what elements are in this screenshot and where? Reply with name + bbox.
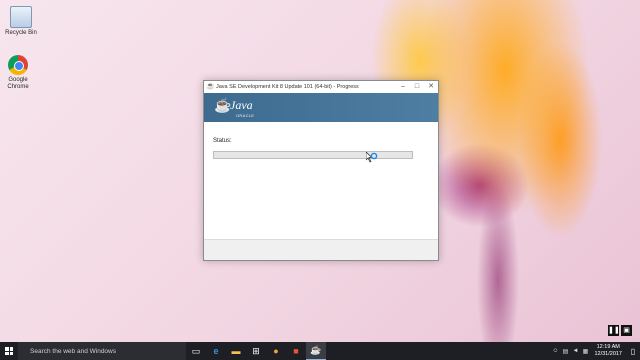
network-icon[interactable]: ▤ [560,348,570,355]
people-icon[interactable]: ☺ [550,348,560,354]
status-label: Status: [213,138,232,144]
chrome-shortcut[interactable]: Google Chrome [1,55,35,91]
store-icon[interactable]: ⊞ [246,342,266,360]
recycle-bin-shortcut[interactable]: Recycle Bin [4,6,38,37]
installer-content: Status: [204,122,438,238]
clock-date: 12/31/2017 [594,351,622,357]
action-center-icon[interactable]: ▯ [626,347,640,356]
chrome-taskbar-icon[interactable]: ● [266,342,286,360]
recycle-bin-label: Recycle Bin [5,30,37,36]
window-footer [204,239,438,260]
keyboard-icon[interactable]: ▦ [580,348,590,355]
system-tray: ☺ ▤ ◄ ▦ 12:19 AM 12/31/2017 ▯ [550,342,640,360]
video-controls: ❚❚ ▣ [608,325,632,336]
file-explorer-icon[interactable]: ▬ [226,342,246,360]
java-app-icon: ☕ [206,83,215,90]
java-installer-taskbar-icon[interactable]: ☕ [306,342,326,360]
taskbar: Search the web and Windows ▭ e ▬ ⊞ ● ■ ☕… [0,342,640,360]
pause-icon[interactable]: ❚❚ [608,325,620,336]
clock[interactable]: 12:19 AM 12/31/2017 [590,344,626,358]
installer-window[interactable]: ☕ Java SE Development Kit 8 Update 101 (… [203,80,439,261]
window-title: Java SE Development Kit 8 Update 101 (64… [216,84,359,90]
java-banner: ☕ Java ORACLE [204,93,438,122]
screen-icon[interactable]: ▣ [621,325,632,336]
java-cup-icon: ☕ [214,97,232,113]
office-icon[interactable]: ■ [286,342,306,360]
minimize-button[interactable]: – [396,81,410,93]
search-placeholder: Search the web and Windows [30,347,116,355]
oracle-wordmark: ORACLE [236,113,255,118]
task-view-icon[interactable]: ▭ [186,342,206,360]
busy-cursor-icon [366,152,378,163]
start-button[interactable] [0,342,18,360]
maximize-button[interactable]: □ [410,81,424,93]
progress-bar [213,151,413,159]
volume-icon[interactable]: ◄ [570,348,580,354]
window-titlebar[interactable]: ☕ Java SE Development Kit 8 Update 101 (… [204,81,438,93]
java-wordmark: Java [230,98,253,112]
edge-icon[interactable]: e [206,342,226,360]
search-box[interactable]: Search the web and Windows [18,342,186,360]
close-button[interactable]: ✕ [424,81,438,93]
chrome-icon [8,55,28,75]
windows-icon [5,347,13,355]
recycle-bin-icon [10,6,32,28]
clock-time: 12:19 AM [596,344,620,350]
chrome-label: Google Chrome [7,77,29,90]
